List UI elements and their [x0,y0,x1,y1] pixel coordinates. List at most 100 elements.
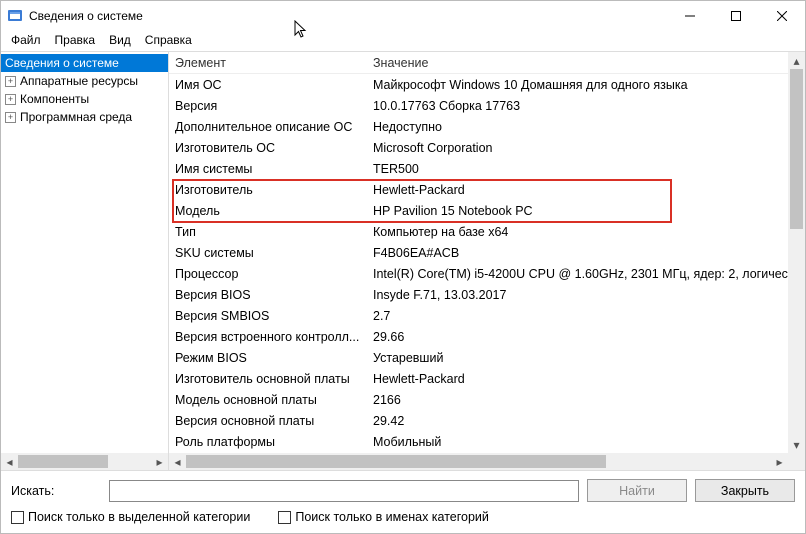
titlebar: Сведения о системе [1,1,805,31]
scroll-down-icon[interactable]: ▾ [788,436,805,453]
table-row[interactable]: Изготовитель ОСMicrosoft Corporation [169,137,805,158]
table-row[interactable]: Изготовитель основной платыHewlett-Packa… [169,368,805,389]
cell-key: SKU системы [169,246,369,260]
scroll-thumb[interactable] [186,455,606,468]
cell-key: Режим BIOS [169,351,369,365]
cell-value: F4B06EA#ACB [369,246,805,260]
content-area: Сведения о системе + Аппаратные ресурсы … [1,51,805,471]
cell-key: Изготовитель основной платы [169,372,369,386]
window-title: Сведения о системе [29,9,667,23]
col-value[interactable]: Значение [369,56,805,70]
cell-key: Имя ОС [169,78,369,92]
table-row[interactable]: Версия SMBIOS2.7 [169,305,805,326]
table-row[interactable]: SKU системыF4B06EA#ACB [169,242,805,263]
tree-root[interactable]: Сведения о системе [1,54,168,72]
scroll-left-icon[interactable]: ◂ [1,453,18,470]
cell-value: 29.66 [369,330,805,344]
cell-value: Мобильный [369,435,805,449]
cell-value: 29.42 [369,414,805,428]
menubar: Файл Правка Вид Справка [1,31,805,51]
table-row[interactable]: Имя ОСМайкрософт Windows 10 Домашняя для… [169,74,805,95]
table-row[interactable]: Режим BIOSУстаревший [169,347,805,368]
tree-item-label: Компоненты [20,92,89,106]
scroll-right-icon[interactable]: ▸ [151,453,168,470]
close-dialog-button[interactable]: Закрыть [695,479,795,502]
cell-value: HP Pavilion 15 Notebook PC [369,204,805,218]
table-row[interactable]: Версия встроенного контролл...29.66 [169,326,805,347]
table-row[interactable]: Роль платформыМобильный [169,431,805,452]
cell-value: Устаревший [369,351,805,365]
table-row[interactable]: ПроцессорIntel(R) Core(TM) i5-4200U CPU … [169,263,805,284]
check-names-only[interactable]: Поиск только в именах категорий [278,510,489,524]
cell-value: Майкрософт Windows 10 Домашняя для одног… [369,78,805,92]
list-pane: Элемент Значение Имя ОСМайкрософт Window… [169,52,805,470]
scroll-thumb[interactable] [790,69,803,229]
tree-item-hardware[interactable]: + Аппаратные ресурсы [1,72,168,90]
tree-item-components[interactable]: + Компоненты [1,90,168,108]
expand-icon[interactable]: + [5,112,16,123]
cell-value: TER500 [369,162,805,176]
cell-value: Insyde F.71, 13.03.2017 [369,288,805,302]
cell-key: Тип [169,225,369,239]
close-button[interactable] [759,1,805,31]
cell-key: Версия SMBIOS [169,309,369,323]
scroll-thumb[interactable] [18,455,108,468]
cell-value: Hewlett-Packard [369,183,805,197]
column-headers: Элемент Значение [169,52,805,74]
checkbox-icon[interactable] [278,511,291,524]
app-icon [7,8,23,24]
menu-help[interactable]: Справка [139,31,198,49]
cell-value: 2.7 [369,309,805,323]
expand-icon[interactable]: + [5,94,16,105]
table-row[interactable]: Версия основной платы29.42 [169,410,805,431]
cell-key: Модель основной платы [169,393,369,407]
table-row[interactable]: ИзготовительHewlett-Packard [169,179,805,200]
search-label: Искать: [11,484,101,498]
cell-key: Изготовитель [169,183,369,197]
minimize-button[interactable] [667,1,713,31]
scroll-right-icon[interactable]: ▸ [771,453,788,470]
col-element[interactable]: Элемент [169,56,369,70]
find-button[interactable]: Найти [587,479,687,502]
list-vscrollbar[interactable]: ▴ ▾ [788,52,805,453]
table-row[interactable]: Имя системыTER500 [169,158,805,179]
table-row[interactable]: ТипКомпьютер на базе x64 [169,221,805,242]
cell-value: Hewlett-Packard [369,372,805,386]
search-input[interactable] [109,480,579,502]
footer: Искать: Найти Закрыть Поиск только в выд… [1,471,805,530]
list-hscrollbar[interactable]: ◂ ▸ [169,453,788,470]
tree-hscrollbar[interactable]: ◂ ▸ [1,453,168,470]
tree-item-label: Аппаратные ресурсы [20,74,138,88]
tree-root-label: Сведения о системе [5,56,119,70]
table-row[interactable]: Модель основной платы2166 [169,389,805,410]
checkbox-icon[interactable] [11,511,24,524]
check-label: Поиск только в выделенной категории [28,510,250,524]
cell-value: Недоступно [369,120,805,134]
table-row[interactable]: Дополнительное описание ОСНедоступно [169,116,805,137]
tree-item-label: Программная среда [20,110,132,124]
cell-value: 10.0.17763 Сборка 17763 [369,99,805,113]
table-row[interactable]: МодельHP Pavilion 15 Notebook PC [169,200,805,221]
table-row[interactable]: Версия10.0.17763 Сборка 17763 [169,95,805,116]
cell-key: Дополнительное описание ОС [169,120,369,134]
tree-item-software[interactable]: + Программная среда [1,108,168,126]
cell-key: Версия [169,99,369,113]
maximize-button[interactable] [713,1,759,31]
cell-key: Версия основной платы [169,414,369,428]
tree-pane: Сведения о системе + Аппаратные ресурсы … [1,52,169,470]
menu-file[interactable]: Файл [5,31,47,49]
cell-key: Имя системы [169,162,369,176]
scroll-up-icon[interactable]: ▴ [788,52,805,69]
scroll-left-icon[interactable]: ◂ [169,453,186,470]
expand-icon[interactable]: + [5,76,16,87]
menu-view[interactable]: Вид [103,31,137,49]
cell-key: Версия встроенного контролл... [169,330,369,344]
table-row[interactable]: Версия BIOSInsyde F.71, 13.03.2017 [169,284,805,305]
menu-edit[interactable]: Правка [49,31,102,49]
cell-key: Версия BIOS [169,288,369,302]
check-selected-category[interactable]: Поиск только в выделенной категории [11,510,250,524]
cell-key: Модель [169,204,369,218]
cell-value: Microsoft Corporation [369,141,805,155]
cell-key: Процессор [169,267,369,281]
scroll-corner [788,453,805,470]
